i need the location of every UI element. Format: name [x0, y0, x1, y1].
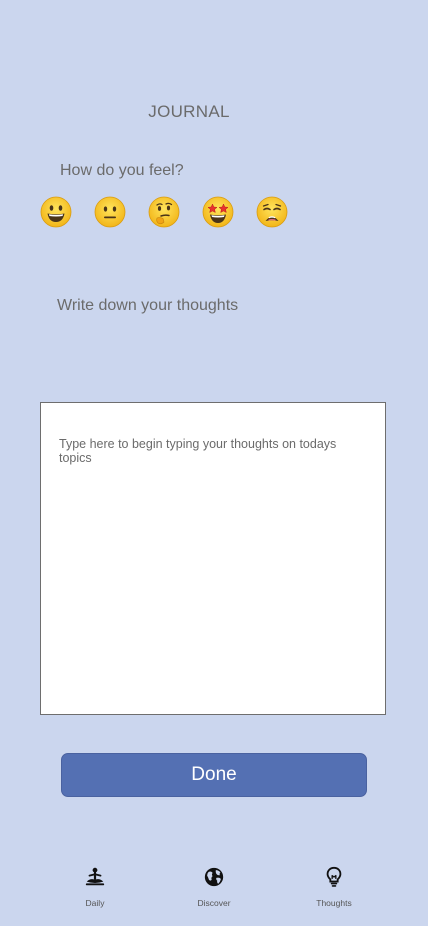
tab-label: Discover [197, 898, 231, 908]
grinning-face-icon[interactable] [40, 196, 72, 228]
meditation-icon [85, 867, 105, 886]
globe-icon [204, 867, 224, 887]
neutral-face-icon[interactable] [94, 196, 126, 228]
mood-prompt: How do you feel? [60, 162, 184, 179]
journal-text-area[interactable] [40, 402, 386, 715]
tab-discover[interactable]: Discover [169, 862, 259, 908]
weary-face-icon[interactable] [256, 196, 288, 228]
tab-label: Thoughts [316, 898, 352, 908]
thoughts-prompt: Write down your thoughts [57, 297, 239, 314]
page-title: JOURNAL [148, 102, 230, 121]
mood-selector [40, 196, 288, 228]
tab-thoughts[interactable]: Thoughts [289, 862, 379, 908]
done-button[interactable]: Done [61, 753, 367, 797]
lightbulb-icon [326, 866, 342, 887]
tab-label: Daily [85, 898, 105, 908]
bottom-tab-bar: Daily Discover Thoughts [0, 862, 428, 912]
thinking-face-icon[interactable] [148, 196, 180, 228]
tab-daily[interactable]: Daily [50, 862, 140, 908]
star-struck-face-icon[interactable] [202, 196, 234, 228]
